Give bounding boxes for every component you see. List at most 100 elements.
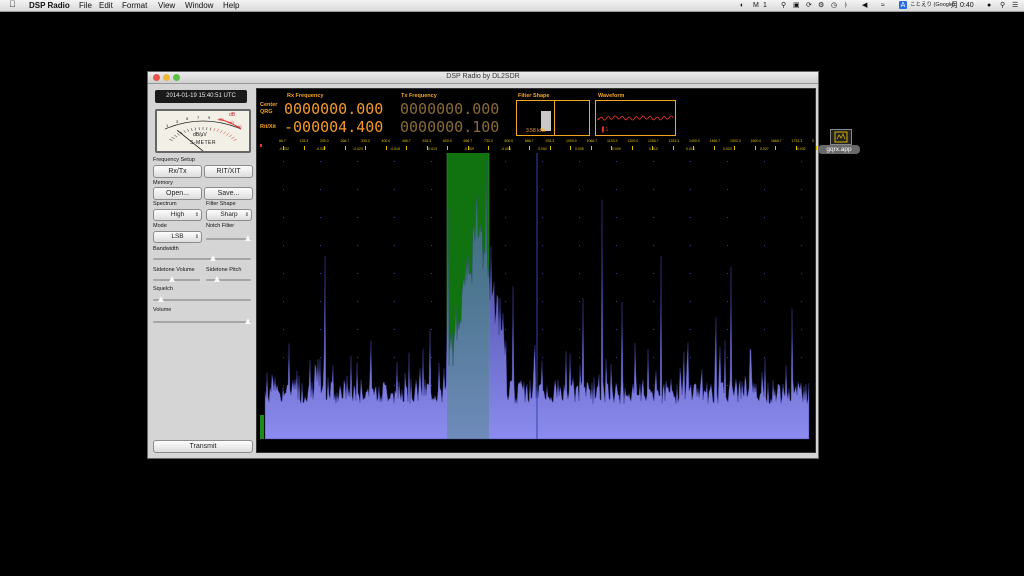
scale-top-label: 1733.3 bbox=[791, 139, 803, 143]
save-button[interactable]: Save... bbox=[204, 187, 253, 200]
scale-tick bbox=[631, 146, 633, 150]
scale-bottom-label: 0.000 bbox=[538, 147, 547, 151]
filter-shape-select[interactable]: Sharp ⇕ bbox=[206, 209, 252, 221]
scale-tick bbox=[816, 146, 817, 150]
s-meter-unit: dB/μV bbox=[193, 132, 207, 138]
menu-edit[interactable]: Edit bbox=[99, 1, 113, 10]
scale-top-label: 1066.7 bbox=[586, 139, 598, 143]
notch-filter-label: Notch Filter bbox=[206, 223, 235, 229]
key-icon[interactable]: ⚲ bbox=[781, 1, 786, 10]
open-button[interactable]: Open... bbox=[153, 187, 202, 200]
rit-xit-label: Rit/Xit bbox=[260, 124, 276, 130]
apple-menu-icon[interactable]:  bbox=[9, 0, 16, 9]
spectrum-label: Spectrum bbox=[153, 201, 177, 207]
input-method-icon[interactable]: A bbox=[899, 1, 907, 9]
utc-clock: 2014-01-19 15:40:51 UTC bbox=[155, 90, 247, 103]
sidetone-pitch-slider[interactable] bbox=[206, 276, 251, 282]
spectrum-select[interactable]: High ⇕ bbox=[153, 209, 202, 221]
clipboard-icon[interactable]: ▣ bbox=[793, 1, 800, 10]
gqrx-app-icon[interactable] bbox=[830, 129, 852, 145]
scale-top-label: 1200.0 bbox=[627, 139, 639, 143]
input-indicator-icon[interactable]: M bbox=[753, 1, 759, 10]
menu-window[interactable]: Window bbox=[185, 1, 213, 10]
slider-knob[interactable] bbox=[245, 235, 251, 241]
s-meter-scale-5: 5 bbox=[186, 116, 189, 121]
spectrum-select-value: High bbox=[170, 211, 185, 218]
filter-shape-label: Filter Shape bbox=[206, 201, 236, 207]
scale-bottom-label: -0.023 bbox=[353, 147, 363, 151]
volume-icon[interactable]: ◀ bbox=[862, 1, 867, 10]
transmit-button[interactable]: Transmit bbox=[153, 440, 253, 453]
scale-top-label: 266.7 bbox=[340, 139, 350, 143]
slider-knob[interactable] bbox=[210, 255, 217, 261]
scale-tick bbox=[734, 146, 735, 150]
rx-frequency-label: Rx Frequency bbox=[287, 93, 324, 99]
filter-shape-title: Filter Shape bbox=[518, 93, 550, 99]
gqrx-app-label[interactable]: gqrx.app bbox=[818, 145, 860, 154]
filter-bandwidth-value: 3.58 kHz bbox=[526, 128, 546, 134]
scale-top-label: 1600.0 bbox=[750, 139, 762, 143]
rx-frequency-value[interactable]: 0000000.000 bbox=[284, 101, 383, 117]
scale-bottom-label: 0.009 bbox=[612, 147, 621, 151]
scale-tick bbox=[529, 146, 530, 150]
bluetooth-icon[interactable]: ᚦ bbox=[844, 1, 848, 10]
scale-top-label: 866.7 bbox=[525, 139, 534, 143]
tx-frequency-value[interactable]: 0000000.000 bbox=[400, 101, 499, 117]
slider-knob[interactable] bbox=[213, 276, 220, 282]
bandwidth-slider[interactable] bbox=[153, 255, 251, 261]
title-bar[interactable]: DSP Radio by DL2SDR bbox=[148, 72, 818, 84]
scale-tick bbox=[570, 146, 571, 150]
gear-icon[interactable]: ⚙ bbox=[818, 1, 824, 10]
volume-label: Volume bbox=[153, 307, 172, 313]
menu-day[interactable]: 月 bbox=[951, 1, 958, 10]
scale-top-label: 800.0 bbox=[504, 139, 514, 143]
slider-knob[interactable] bbox=[245, 318, 251, 324]
menu-format[interactable]: Format bbox=[122, 1, 147, 10]
filter-shape-select-value: Sharp bbox=[220, 211, 238, 218]
tx-offset-value[interactable]: 0000000.100 bbox=[400, 119, 499, 135]
scale-tick bbox=[754, 146, 756, 150]
spectrum-plot[interactable] bbox=[257, 153, 815, 449]
rit-xit-button[interactable]: RIT/XIT bbox=[204, 165, 253, 178]
frequency-setup-label: Frequency Setup bbox=[153, 157, 195, 163]
volume-slider[interactable] bbox=[153, 318, 251, 324]
s-meter-scale-7: 7 bbox=[197, 115, 200, 120]
waveform-marker: ▌1 bbox=[602, 127, 609, 133]
scale-bottom-label: 0.018 bbox=[686, 147, 695, 151]
search-icon[interactable]: ⚲ bbox=[1000, 1, 1005, 10]
slider-knob[interactable] bbox=[169, 276, 176, 282]
menu-file[interactable]: File bbox=[79, 1, 92, 10]
menu-extra-icon[interactable]: ◐ bbox=[740, 1, 744, 10]
scale-tick bbox=[590, 146, 592, 150]
notch-filter-slider[interactable] bbox=[206, 235, 251, 241]
scale-top-label: 66.7 bbox=[279, 139, 286, 143]
slider-knob[interactable] bbox=[157, 296, 164, 302]
notification-list-icon[interactable]: ☰ bbox=[1012, 1, 1018, 10]
filter-center-line bbox=[554, 101, 555, 135]
scale-top-label: 1000.0 bbox=[566, 139, 577, 143]
time-machine-icon[interactable]: ◷ bbox=[831, 1, 837, 10]
waveform-title: Waveform bbox=[598, 93, 625, 99]
rx-tx-button[interactable]: Rx/Tx bbox=[153, 165, 202, 178]
rx-offset-value[interactable]: -000004.400 bbox=[284, 119, 383, 135]
scale-top-label: 400.0 bbox=[381, 139, 391, 143]
mode-select[interactable]: LSB ⇕ bbox=[153, 231, 202, 243]
menu-help[interactable]: Help bbox=[223, 1, 239, 10]
scale-top-label: 600.0 bbox=[443, 139, 452, 143]
input-method-label[interactable]: ことえり (Google) bbox=[910, 1, 955, 10]
spectrum-display[interactable]: Rx Frequency Tx Frequency Center QRG Rit… bbox=[256, 88, 817, 453]
scale-tick bbox=[385, 146, 387, 150]
scale-top-label: 1333.3 bbox=[668, 139, 680, 143]
squelch-slider[interactable] bbox=[153, 296, 251, 302]
scale-top-label: 1266.7 bbox=[648, 139, 659, 143]
user-icon[interactable]: ● bbox=[987, 1, 991, 10]
menu-view[interactable]: View bbox=[158, 1, 175, 10]
sidetone-volume-slider[interactable] bbox=[153, 276, 200, 282]
menu-app-name[interactable]: DSP Radio bbox=[29, 1, 70, 10]
scale-top-label: 1133.3 bbox=[607, 139, 618, 143]
dsp-radio-window: DSP Radio by DL2SDR 2014-01-19 15:40:51 … bbox=[147, 71, 819, 459]
sync-icon[interactable]: ⟳ bbox=[806, 1, 812, 10]
s-meter: dB dB/μV S-METER 1 3 5 7 9 +20 +40 +60 bbox=[155, 109, 251, 153]
menu-clock[interactable]: 0:40 bbox=[960, 1, 974, 10]
wifi-icon[interactable]: ≈ bbox=[881, 1, 885, 10]
